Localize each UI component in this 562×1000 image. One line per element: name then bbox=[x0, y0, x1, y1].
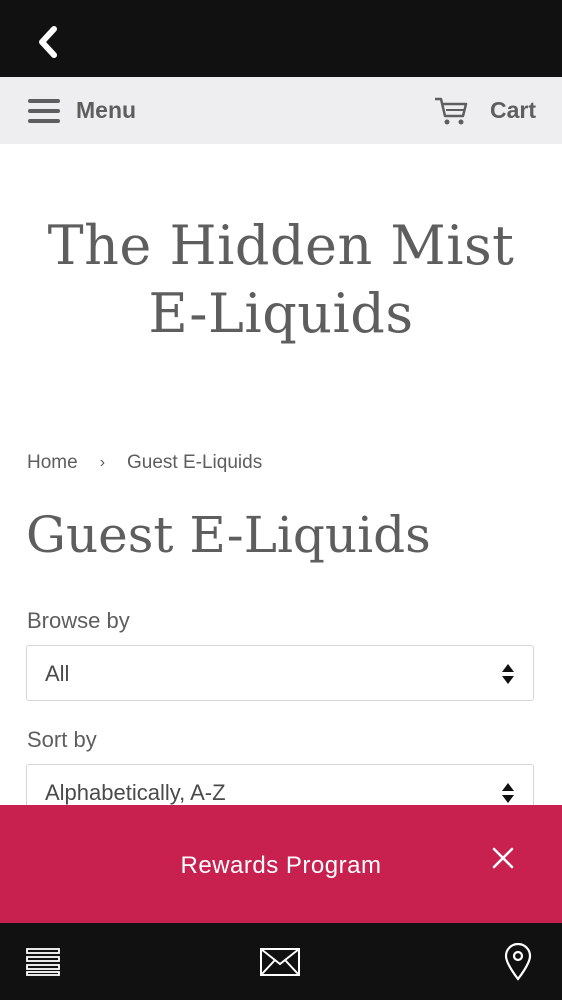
select-arrows-icon bbox=[502, 783, 514, 803]
bottom-list-button[interactable] bbox=[13, 923, 73, 1000]
page-title: Guest E-Liquids bbox=[26, 506, 431, 564]
cart-label: Cart bbox=[489, 97, 536, 123]
bottom-location-button[interactable] bbox=[488, 923, 548, 1000]
hamburger-icon bbox=[28, 98, 60, 123]
rewards-program-label: Rewards Program bbox=[180, 852, 382, 879]
site-title-line1: The Hidden Mist bbox=[47, 214, 515, 277]
bottom-mail-button[interactable] bbox=[250, 923, 310, 1000]
rewards-program-banner[interactable]: Rewards Program bbox=[0, 805, 562, 923]
chevron-left-icon bbox=[39, 26, 57, 58]
menu-label: Menu bbox=[76, 97, 137, 123]
browse-by-select[interactable]: All bbox=[26, 645, 534, 701]
close-icon[interactable] bbox=[490, 845, 516, 871]
cart-button[interactable]: Cart bbox=[434, 77, 536, 144]
mail-icon bbox=[260, 947, 300, 976]
site-title[interactable]: The Hidden Mist E-Liquids bbox=[0, 212, 562, 348]
cart-icon bbox=[434, 97, 468, 124]
site-title-line2: E-Liquids bbox=[148, 282, 414, 345]
breadcrumb-home-link[interactable]: Home bbox=[27, 452, 78, 474]
top-bar bbox=[0, 0, 562, 77]
list-icon bbox=[26, 947, 60, 976]
sort-by-label: Sort by bbox=[27, 727, 97, 752]
location-pin-icon bbox=[504, 942, 532, 981]
bottom-bar bbox=[0, 923, 562, 1000]
select-arrows-icon bbox=[502, 664, 514, 684]
back-button[interactable] bbox=[28, 22, 68, 62]
browse-by-value: All bbox=[45, 661, 70, 686]
nav-bar: Menu Cart bbox=[0, 77, 562, 144]
browse-by-label: Browse by bbox=[27, 608, 130, 633]
breadcrumb-separator: › bbox=[99, 454, 106, 471]
breadcrumb: Home › Guest E-Liquids bbox=[27, 452, 262, 474]
menu-button[interactable]: Menu bbox=[28, 77, 136, 144]
breadcrumb-current: Guest E-Liquids bbox=[127, 452, 263, 473]
